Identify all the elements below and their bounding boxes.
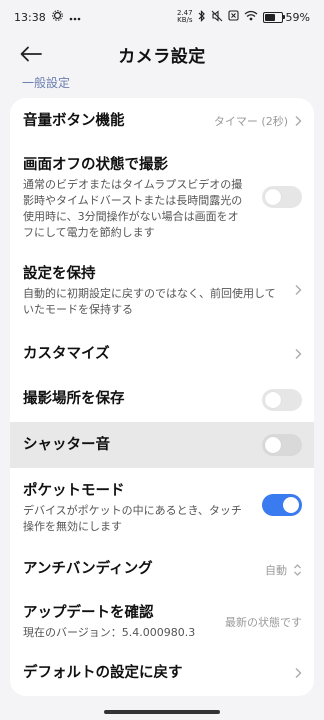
back-button[interactable] [20, 42, 46, 66]
back-arrow-icon [20, 46, 42, 62]
app-header: カメラ設定 [0, 34, 324, 74]
version-text: 現在のバージョン：5.4.000980.3 [23, 626, 196, 639]
setting-title: カスタマイズ [23, 346, 110, 362]
bluetooth-icon [198, 9, 206, 25]
setting-check-update[interactable]: アップデートを確認 現在のバージョン：5.4.000980.3 最新の状態です [10, 594, 314, 650]
setting-title: アンチバンディング [23, 561, 153, 577]
setting-reset-defaults[interactable]: デフォルトの設定に戻す [10, 650, 314, 696]
setting-customize[interactable]: カスタマイズ [10, 332, 314, 378]
status-time: 13:38 [14, 10, 46, 24]
setting-description: デバイスがポケットの中にあるとき、タッチ 操作を無効にします [23, 504, 242, 533]
battery-percent: 59% [285, 10, 310, 24]
chevron-right-icon [295, 116, 302, 126]
setting-volume-button[interactable]: 音量ボタン機能 タイマー (2秒) [10, 98, 314, 144]
setting-description: 自動的に初期設定に戻すのではなく、前回使用して いたモードを保持する [23, 287, 276, 316]
update-status: 最新の状態です [225, 616, 302, 629]
settings-gear-icon [51, 10, 63, 24]
screen-off-capture-toggle[interactable] [262, 186, 302, 208]
chevron-right-icon [295, 668, 302, 678]
setting-description: 通常のビデオまたはタイムラプスビデオの撮 影時やタイムドバーストまたは長時間露光… [23, 178, 243, 239]
shutter-sound-toggle[interactable] [262, 434, 302, 456]
save-location-toggle[interactable] [262, 389, 302, 411]
network-speed: 2.47 KB/s [176, 9, 193, 24]
setting-title: 音量ボタン機能 [23, 113, 125, 129]
setting-save-location[interactable]: 撮影場所を保存 [10, 378, 314, 422]
home-indicator[interactable] [104, 710, 220, 714]
section-title-general: 一般設定 [22, 76, 71, 90]
wifi-icon [244, 10, 258, 24]
status-bar: 13:38 2.47 KB/s 59% [0, 0, 324, 34]
up-down-chevron-icon [294, 564, 301, 576]
setting-antibanding[interactable]: アンチバンディング 自動 [10, 542, 314, 594]
setting-title: 設定を保持 [23, 266, 96, 282]
setting-title: シャッター音 [23, 437, 110, 453]
mute-icon [211, 9, 223, 25]
chevron-right-icon [295, 285, 302, 295]
setting-screen-off-capture[interactable]: 画面オフの状態で撮影 通常のビデオまたはタイムラプスビデオの撮 影時やタイムドバ… [10, 144, 314, 252]
setting-keep-settings[interactable]: 設定を保持 自動的に初期設定に戻すのではなく、前回使用して いたモードを保持する [10, 252, 314, 332]
battery-indicator: 59% [262, 10, 310, 24]
setting-value: タイマー (2秒) [213, 115, 288, 128]
setting-shutter-sound[interactable]: シャッター音 [10, 422, 314, 468]
setting-pocket-mode[interactable]: ポケットモード デバイスがポケットの中にあるとき、タッチ 操作を無効にします [10, 468, 314, 542]
setting-title: デフォルトの設定に戻す [23, 665, 183, 681]
setting-title: 画面オフの状態で撮影 [23, 157, 168, 173]
sim-off-icon [227, 10, 239, 24]
setting-title: アップデートを確認 [23, 605, 154, 621]
more-notifications-icon [69, 11, 81, 24]
battery-icon [262, 11, 285, 23]
settings-card: 音量ボタン機能 タイマー (2秒) 画面オフの状態で撮影 通常のビデオまたはタイ… [10, 98, 314, 696]
setting-title: 撮影場所を保存 [23, 391, 125, 407]
pocket-mode-toggle[interactable] [262, 494, 302, 516]
setting-title: ポケットモード [23, 483, 125, 499]
setting-value: 自動 [265, 564, 287, 577]
chevron-right-icon [295, 349, 302, 359]
page-title: カメラ設定 [118, 46, 206, 67]
